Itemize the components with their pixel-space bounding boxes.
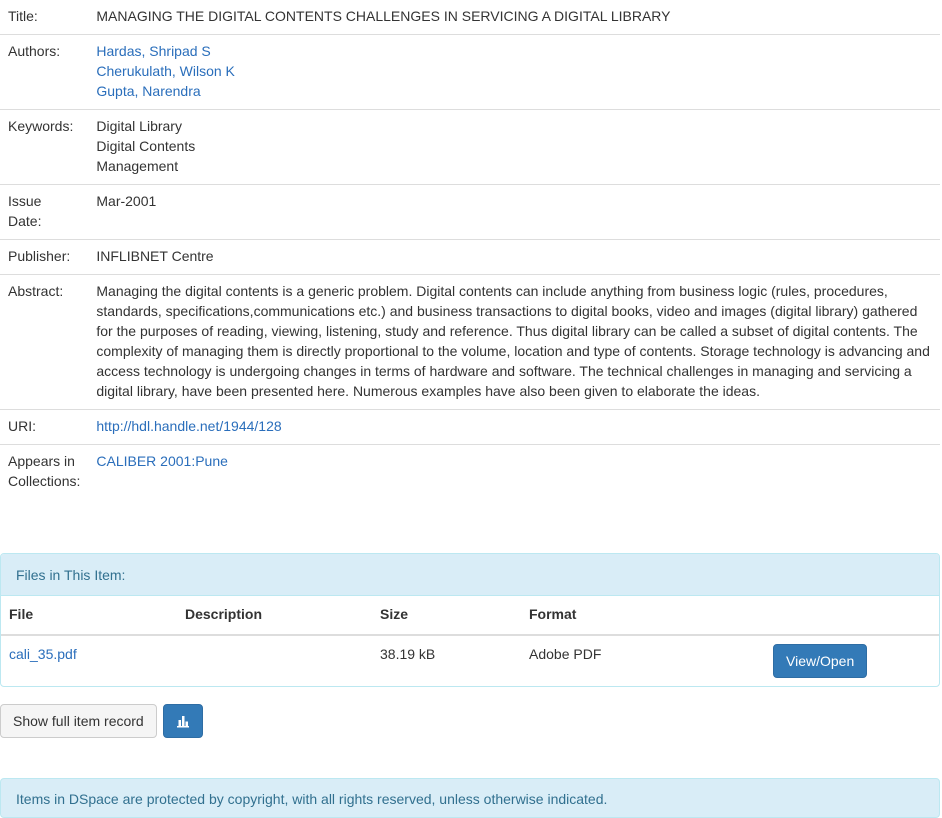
metadata-row-authors: Authors: Hardas, Shripad S Cherukulath, … [0, 34, 940, 110]
metadata-row-title: Title: MANAGING THE DIGITAL CONTENTS CHA… [0, 0, 940, 35]
view-open-button[interactable]: View/Open [773, 644, 868, 678]
show-full-record-button[interactable]: Show full item record [0, 704, 157, 738]
file-row: cali_35.pdf 38.19 kB Adobe PDF View/Open [1, 635, 939, 686]
keyword: Digital Library [96, 118, 182, 134]
publisher-label: Publisher: [0, 239, 89, 275]
collections-label-line2: Collections: [8, 473, 81, 489]
file-size: 38.19 kB [380, 646, 436, 662]
publisher-value: INFLIBNET Centre [88, 239, 940, 275]
issue-date-label-line2: Date: [8, 213, 42, 229]
files-table: File Description Size Format cali_35.pdf… [1, 596, 939, 686]
issue-date-label-line1: Issue [8, 193, 42, 209]
authors-list: Hardas, Shripad S Cherukulath, Wilson K … [88, 34, 940, 110]
item-actions: Show full item record [0, 704, 203, 738]
column-header-description: Description [177, 596, 372, 636]
keyword: Management [96, 158, 179, 174]
metadata-row-publisher: Publisher: INFLIBNET Centre [0, 239, 940, 275]
metadata-row-uri: URI: http://hdl.handle.net/1944/128 [0, 409, 940, 445]
author-link[interactable]: Cherukulath, Wilson K [96, 63, 235, 79]
files-panel-heading: Files in This Item: [1, 554, 939, 596]
item-metadata-table: Title: MANAGING THE DIGITAL CONTENTS CHA… [0, 0, 940, 499]
statistics-button[interactable] [162, 704, 203, 738]
title-value: MANAGING THE DIGITAL CONTENTS CHALLENGES… [96, 8, 671, 24]
title-label: Title: [8, 8, 38, 24]
issue-date-label: Issue Date: [0, 184, 89, 240]
keyword: Digital Contents [96, 138, 196, 154]
metadata-row-keywords: Keywords: Digital Library Digital Conten… [0, 109, 940, 185]
metadata-row-issue-date: Issue Date: Mar-2001 [0, 184, 940, 240]
column-header-size: Size [372, 596, 521, 636]
column-header-action [759, 596, 939, 636]
collections-label-line1: Appears in [8, 453, 75, 469]
author-link[interactable]: Hardas, Shripad S [96, 43, 210, 59]
keywords-label: Keywords: [0, 109, 89, 185]
uri-link[interactable]: http://hdl.handle.net/1944/128 [96, 418, 281, 434]
abstract-label: Abstract: [0, 274, 89, 410]
bar-chart-icon [176, 716, 189, 728]
file-link[interactable]: cali_35.pdf [9, 646, 77, 662]
issue-date-value: Mar-2001 [88, 184, 940, 240]
file-format: Adobe PDF [529, 646, 602, 662]
uri-label: URI: [0, 409, 89, 445]
collections-label: Appears in Collections: [0, 444, 89, 499]
column-header-format: Format [521, 596, 759, 636]
metadata-row-collections: Appears in Collections: CALIBER 2001:Pun… [0, 444, 940, 499]
author-link[interactable]: Gupta, Narendra [96, 83, 200, 99]
column-header-file: File [1, 596, 177, 636]
file-description [177, 635, 372, 686]
copyright-notice: Items in DSpace are protected by copyrig… [0, 778, 940, 818]
abstract-value: Managing the digital contents is a gener… [88, 274, 940, 410]
files-panel: Files in This Item: File Description Siz… [0, 553, 940, 687]
files-table-header: File Description Size Format [1, 596, 939, 636]
collection-link[interactable]: CALIBER 2001:Pune [96, 453, 228, 469]
authors-label: Authors: [0, 34, 89, 110]
keywords-list: Digital Library Digital Contents Managem… [88, 109, 940, 185]
metadata-row-abstract: Abstract: Managing the digital contents … [0, 274, 940, 410]
